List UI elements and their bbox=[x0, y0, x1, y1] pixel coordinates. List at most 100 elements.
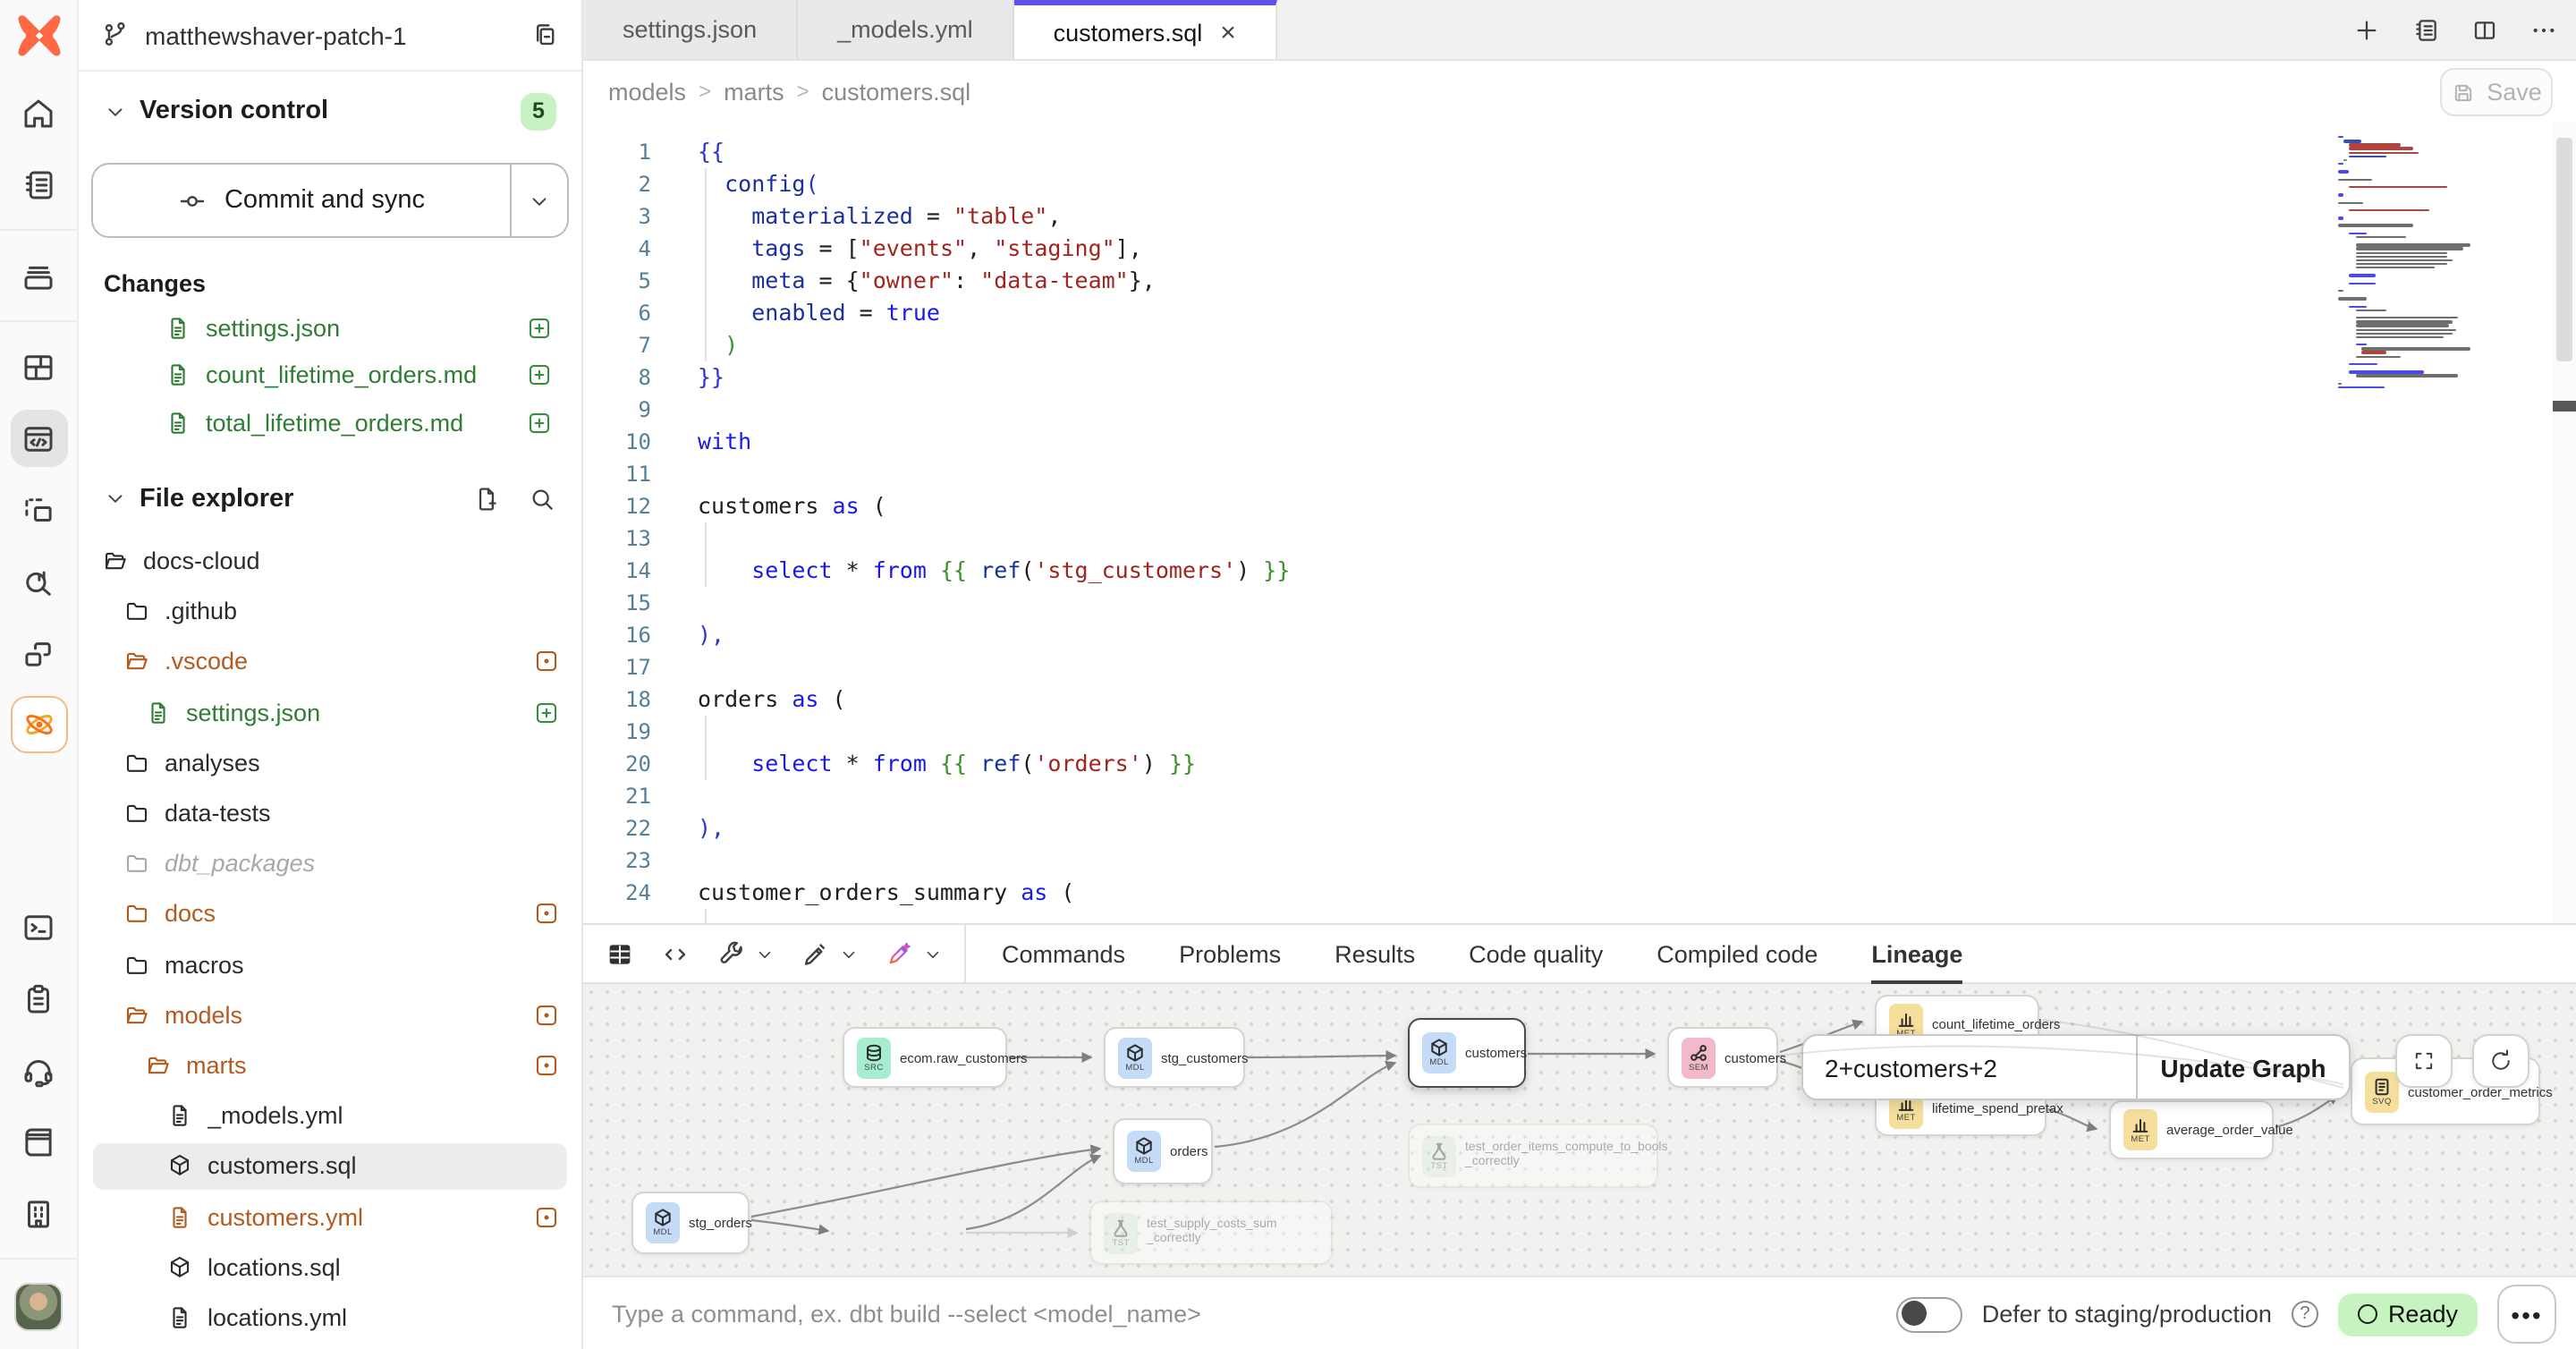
tree-item-marts[interactable]: marts bbox=[79, 1040, 581, 1090]
help-icon[interactable]: ? bbox=[2292, 1301, 2318, 1328]
organization-building-icon[interactable] bbox=[10, 1184, 67, 1242]
lineage-node-average-order-value[interactable]: MET average_order_value bbox=[2109, 1100, 2274, 1159]
breadcrumb-part[interactable]: models bbox=[608, 78, 686, 105]
notebook-icon[interactable] bbox=[10, 156, 67, 213]
tree-item-analyses[interactable]: analyses bbox=[79, 738, 581, 788]
tree-item-label: settings.json bbox=[186, 699, 320, 725]
panel-tab-lineage[interactable]: Lineage bbox=[1871, 924, 1962, 983]
defer-toggle[interactable] bbox=[1896, 1296, 1962, 1332]
breadcrumb-part[interactable]: customers.sql bbox=[822, 78, 971, 105]
panel-tab-problems[interactable]: Problems bbox=[1179, 924, 1281, 983]
code-line-22: 22), bbox=[583, 812, 2576, 844]
tree-item-locations-yml[interactable]: locations.yml bbox=[79, 1293, 581, 1343]
insights-icon[interactable] bbox=[10, 553, 67, 610]
lineage-node-stg-orders[interactable]: MDL stg_orders bbox=[631, 1192, 750, 1254]
lineage-node-customers-semantic[interactable]: SEM customers bbox=[1667, 1027, 1778, 1088]
save-button[interactable]: Save bbox=[2440, 68, 2553, 116]
breadcrumb-part[interactable]: marts bbox=[724, 78, 784, 105]
panel-tab-results[interactable]: Results bbox=[1335, 924, 1415, 983]
refresh-graph-button[interactable] bbox=[2472, 1034, 2529, 1088]
change-item[interactable]: settings.json bbox=[79, 304, 581, 352]
commit-and-sync-button[interactable]: Commit and sync bbox=[91, 163, 569, 238]
commit-options-caret[interactable] bbox=[510, 165, 567, 236]
file-explorer-header[interactable]: File explorer bbox=[79, 475, 581, 522]
dbt-logo-icon[interactable] bbox=[15, 13, 62, 59]
format-options-chevron-icon[interactable] bbox=[839, 944, 859, 963]
tree-item-label: locations.yml bbox=[208, 1304, 347, 1331]
support-headset-icon[interactable] bbox=[10, 1041, 67, 1099]
lineage-node-test-order-items[interactable]: TST test_order_items_compute_to_bools _c… bbox=[1408, 1124, 1658, 1188]
code-line-8: 8}} bbox=[583, 361, 2576, 394]
lineage-node-orders[interactable]: MDL orders bbox=[1113, 1118, 1213, 1184]
share-windows-icon[interactable] bbox=[10, 624, 67, 682]
stage-plus-icon[interactable] bbox=[526, 362, 553, 389]
projects-drawer-icon[interactable] bbox=[10, 247, 67, 304]
tree-item-locations-sql[interactable]: locations.sql bbox=[79, 1242, 581, 1292]
panel-tab-code-quality[interactable]: Code quality bbox=[1469, 924, 1603, 983]
editor-tab[interactable]: _models.yml bbox=[798, 0, 1014, 59]
lineage-canvas[interactable]: SRC ecom.raw_customers MDL stg_customers… bbox=[583, 984, 2576, 1276]
ide-editor-icon[interactable] bbox=[10, 410, 67, 467]
change-item[interactable]: count_lifetime_orders.md bbox=[79, 352, 581, 399]
line-number: 16 bbox=[583, 619, 651, 651]
canvas-icon[interactable] bbox=[10, 481, 67, 539]
build-options-chevron-icon[interactable] bbox=[755, 944, 775, 963]
rail-divider bbox=[0, 320, 78, 322]
fullscreen-button[interactable] bbox=[2395, 1034, 2453, 1088]
results-table-icon[interactable] bbox=[605, 938, 635, 969]
tree-item-models[interactable]: models bbox=[79, 989, 581, 1039]
lineage-node-customers-model[interactable]: MDL customers bbox=[1408, 1018, 1526, 1088]
tree-item--vscode[interactable]: .vscode bbox=[79, 637, 581, 687]
notebook-panel-icon[interactable] bbox=[2411, 16, 2440, 45]
tree-item-data-tests[interactable]: data-tests bbox=[79, 788, 581, 838]
status-badge[interactable]: Ready bbox=[2338, 1293, 2478, 1336]
tasks-clipboard-icon[interactable] bbox=[10, 970, 67, 1027]
new-tab-icon[interactable] bbox=[2352, 16, 2381, 45]
panel-tab-commands[interactable]: Commands bbox=[1002, 924, 1125, 983]
split-view-icon[interactable] bbox=[2470, 16, 2499, 45]
more-options-icon[interactable] bbox=[2529, 16, 2558, 45]
panel-tab-compiled-code[interactable]: Compiled code bbox=[1657, 924, 1818, 983]
home-icon[interactable] bbox=[10, 84, 67, 141]
tree-item-docs[interactable]: docs bbox=[79, 889, 581, 939]
tree-item-settings-json[interactable]: settings.json bbox=[79, 687, 581, 737]
search-icon[interactable] bbox=[528, 484, 556, 513]
tree-item-docs-cloud[interactable]: docs-cloud bbox=[79, 536, 581, 586]
docs-book-icon[interactable] bbox=[10, 1113, 67, 1170]
tree-item-customers-yml[interactable]: customers.yml bbox=[79, 1192, 581, 1242]
dashboard-icon[interactable] bbox=[10, 338, 67, 395]
editor-tab[interactable]: customers.sql× bbox=[1014, 0, 1277, 59]
modified-badge-icon bbox=[533, 1052, 560, 1079]
change-item[interactable]: total_lifetime_orders.md bbox=[79, 399, 581, 446]
terminal-icon[interactable] bbox=[10, 898, 67, 955]
lineage-node-test-supply-costs[interactable]: TST test_supply_costs_sum _correctly bbox=[1089, 1201, 1333, 1265]
build-wrench-icon[interactable] bbox=[716, 938, 746, 969]
tree-item-label: macros bbox=[165, 951, 244, 978]
update-graph-button[interactable]: Update Graph bbox=[2138, 1036, 2349, 1099]
status-more-button[interactable]: ••• bbox=[2497, 1285, 2556, 1344]
ai-options-chevron-icon[interactable] bbox=[923, 944, 943, 963]
lineage-node-stg-customers[interactable]: MDL stg_customers bbox=[1104, 1027, 1245, 1088]
tree-item-dbt-packages[interactable]: dbt_packages bbox=[79, 838, 581, 888]
tree-item--github[interactable]: .github bbox=[79, 586, 581, 636]
stage-plus-icon[interactable] bbox=[526, 315, 553, 342]
editor-tab[interactable]: settings.json bbox=[583, 0, 798, 59]
catalog-atom-icon[interactable] bbox=[10, 696, 67, 753]
compiled-code-icon[interactable] bbox=[660, 938, 691, 969]
code-editor[interactable]: 1{{2 config(3 materialized = "table",4 t… bbox=[583, 122, 2576, 923]
ai-fix-icon[interactable] bbox=[884, 938, 914, 969]
command-input[interactable] bbox=[608, 1298, 1538, 1328]
new-file-icon[interactable] bbox=[472, 484, 501, 513]
tree-item--models-yml[interactable]: _models.yml bbox=[79, 1090, 581, 1141]
tree-item-customers-sql[interactable]: customers.sql bbox=[79, 1141, 581, 1192]
lineage-selector-input[interactable] bbox=[1803, 1036, 2136, 1099]
avatar[interactable] bbox=[14, 1283, 63, 1331]
version-control-header[interactable]: Version control 5 bbox=[79, 89, 581, 132]
close-tab-icon[interactable]: × bbox=[1220, 17, 1236, 47]
tree-item-macros[interactable]: macros bbox=[79, 939, 581, 989]
lineage-node-ecom-raw-customers[interactable]: SRC ecom.raw_customers bbox=[843, 1027, 1007, 1088]
stage-plus-icon[interactable] bbox=[526, 410, 553, 437]
copy-icon[interactable] bbox=[530, 20, 560, 50]
format-pen-icon[interactable] bbox=[800, 938, 830, 969]
node-label: lifetime_spend_pretax bbox=[1932, 1100, 2063, 1116]
